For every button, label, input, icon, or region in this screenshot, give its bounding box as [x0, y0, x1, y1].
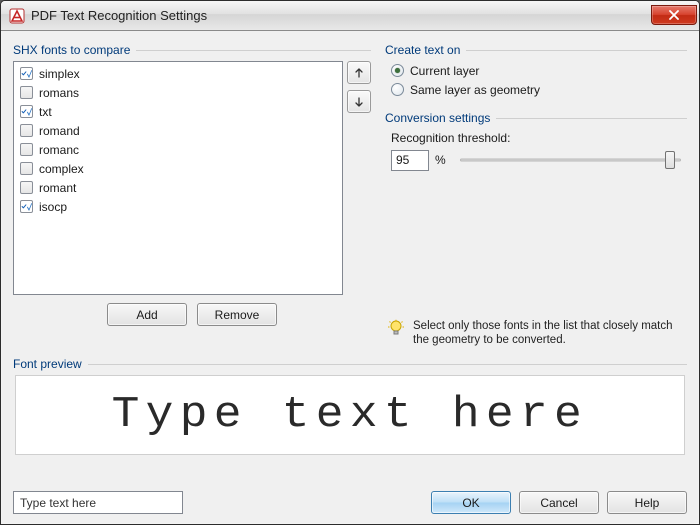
checkbox-icon[interactable]	[20, 86, 33, 99]
list-item-label: txt	[39, 105, 52, 119]
radio-icon	[391, 83, 404, 96]
list-item-label: complex	[39, 162, 84, 176]
ok-button[interactable]: OK	[431, 491, 511, 514]
close-icon	[668, 10, 680, 20]
slider-thumb-icon[interactable]	[665, 151, 675, 169]
move-up-button[interactable]	[347, 61, 371, 84]
checkbox-icon[interactable]	[20, 162, 33, 175]
list-item-label: romans	[39, 86, 79, 100]
list-item-label: romant	[39, 181, 76, 195]
close-button[interactable]	[651, 5, 697, 25]
arrow-up-icon	[353, 67, 365, 79]
checkbox-icon[interactable]	[20, 200, 33, 213]
list-item[interactable]: romant	[14, 178, 342, 197]
conversion-settings-label: Conversion settings	[385, 111, 490, 125]
checkbox-icon[interactable]	[20, 124, 33, 137]
list-item-label: romanc	[39, 143, 79, 157]
font-preview-sample: Type text here	[112, 390, 588, 440]
list-item[interactable]: romans	[14, 83, 342, 102]
remove-button[interactable]: Remove	[197, 303, 277, 326]
percent-label: %	[435, 153, 446, 167]
help-button[interactable]: Help	[607, 491, 687, 514]
checkbox-icon[interactable]	[20, 143, 33, 156]
create-text-label: Create text on	[385, 43, 460, 57]
list-item[interactable]: isocp	[14, 197, 342, 216]
checkbox-icon[interactable]	[20, 105, 33, 118]
hint-text: Select only those fonts in the list that…	[413, 319, 685, 347]
add-button[interactable]: Add	[107, 303, 187, 326]
list-item[interactable]: complex	[14, 159, 342, 178]
shx-font-list[interactable]: simplex romans txt romand romanc complex roman…	[13, 61, 343, 295]
dialog-window: PDF Text Recognition Settings SHX fonts …	[0, 0, 700, 525]
list-item-label: isocp	[39, 200, 67, 214]
font-preview-canvas: Type text here	[15, 375, 685, 455]
radio-same-layer[interactable]: Same layer as geometry	[385, 80, 687, 99]
create-text-group: Create text on Current layer Same layer …	[385, 43, 687, 99]
preview-text-input[interactable]: Type text here	[13, 491, 183, 514]
cancel-button[interactable]: Cancel	[519, 491, 599, 514]
threshold-slider[interactable]	[460, 149, 681, 171]
arrow-down-icon	[353, 96, 365, 108]
checkbox-icon[interactable]	[20, 181, 33, 194]
shx-fonts-label: SHX fonts to compare	[13, 43, 130, 57]
radio-current-layer[interactable]: Current layer	[385, 61, 687, 80]
shx-fonts-group: SHX fonts to compare simplex romans txt rom…	[13, 43, 371, 341]
radio-icon	[391, 64, 404, 77]
list-item[interactable]: simplex	[14, 64, 342, 83]
window-title: PDF Text Recognition Settings	[31, 8, 651, 23]
threshold-label: Recognition threshold:	[385, 129, 687, 145]
titlebar[interactable]: PDF Text Recognition Settings	[1, 1, 699, 31]
threshold-value: 95	[396, 153, 409, 167]
preview-text-value: Type text here	[20, 496, 96, 510]
conversion-settings-group: Conversion settings Recognition threshol…	[385, 111, 687, 171]
radio-same-layer-label: Same layer as geometry	[410, 83, 540, 97]
dialog-content: SHX fonts to compare simplex romans txt rom…	[1, 31, 699, 483]
move-down-button[interactable]	[347, 90, 371, 113]
font-preview-label: Font preview	[13, 357, 82, 371]
list-item[interactable]: txt	[14, 102, 342, 121]
lightbulb-icon	[387, 319, 405, 337]
hint: Select only those fonts in the list that…	[385, 315, 687, 349]
threshold-input[interactable]: 95	[391, 150, 429, 171]
list-item-label: romand	[39, 124, 80, 138]
list-item[interactable]: romanc	[14, 140, 342, 159]
checkbox-icon[interactable]	[20, 67, 33, 80]
radio-current-layer-label: Current layer	[410, 64, 479, 78]
list-item[interactable]: romand	[14, 121, 342, 140]
font-preview-group: Font preview Type text here	[13, 357, 687, 455]
bottom-bar: Type text here OK Cancel Help	[1, 483, 699, 524]
list-item-label: simplex	[39, 67, 80, 81]
app-icon	[9, 8, 25, 24]
